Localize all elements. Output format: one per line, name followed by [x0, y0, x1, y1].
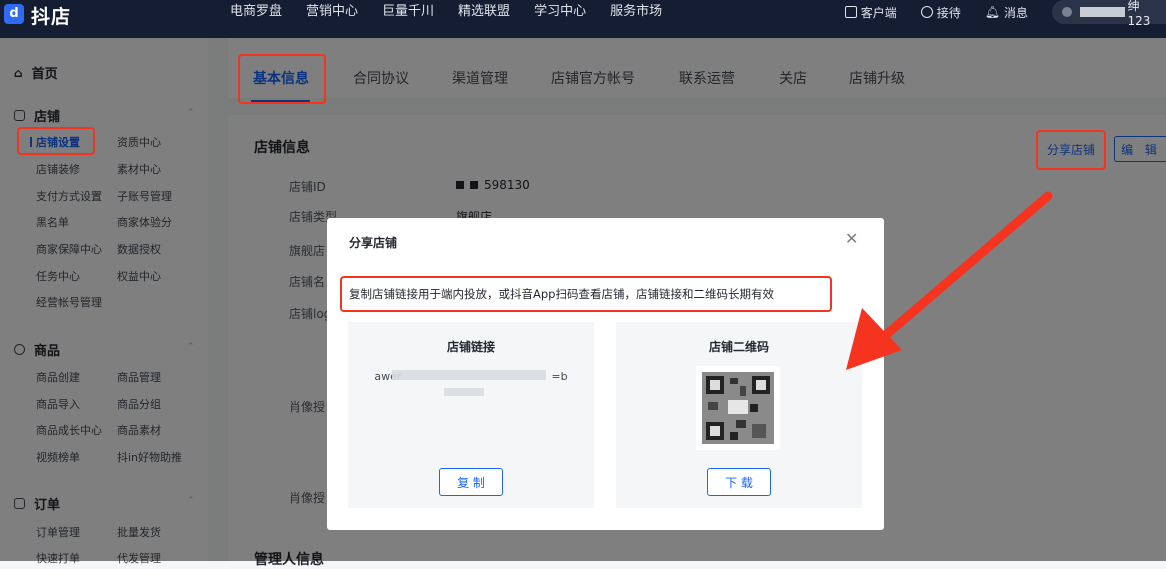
bell-icon: 🔔︎ [984, 5, 1000, 19]
red-arrow-annotation [846, 191, 1053, 370]
highlight-box-store-settings [17, 127, 95, 155]
topnav-item-compass[interactable]: 电商罗盘 [230, 0, 282, 24]
store-link-redacted [392, 370, 546, 380]
client-label: 客户端 [860, 5, 897, 20]
top-nav: 电商罗盘 营销中心 巨量千川 精选联盟 学习中心 服务市场 [230, 0, 686, 24]
messages-link[interactable]: 🔔︎ 消息 [985, 4, 1028, 21]
store-qr-panel: 店铺二维码 下 载 [616, 322, 862, 508]
reception-link[interactable]: 接待 [920, 4, 961, 21]
highlight-box-modal-description [340, 276, 832, 312]
modal-title: 分享店铺 [349, 236, 398, 250]
top-right-tools: 客户端 接待 🔔︎ 消息 绅123 [844, 0, 1166, 28]
topnav-item-learning[interactable]: 学习中心 [534, 0, 586, 24]
store-link-panel: 店铺链接 awer =b 复 制 [348, 322, 594, 508]
reception-label: 接待 [936, 5, 961, 20]
topnav-item-marketing[interactable]: 营销中心 [306, 0, 358, 24]
user-name: 绅123 [1127, 0, 1151, 28]
share-store-modal: 分享店铺 ✕ 复制店铺链接用于端内投放，或抖音App扫码查看店铺，店铺链接和二维… [327, 218, 884, 530]
headset-icon [920, 6, 933, 18]
avatar [1062, 7, 1072, 17]
download-qr-button[interactable]: 下 载 [707, 468, 771, 496]
messages-label: 消息 [1003, 5, 1028, 20]
qr-code-image [696, 366, 780, 450]
brand-name[interactable]: 抖店 [31, 2, 71, 29]
user-menu[interactable]: 绅123 [1052, 0, 1166, 28]
user-name-redacted [1079, 7, 1126, 17]
client-download-link[interactable]: 客户端 [844, 4, 897, 21]
top-navbar: d 抖店 电商罗盘 营销中心 巨量千川 精选联盟 学习中心 服务市场 客户端 接… [0, 0, 1166, 38]
highlight-box-basic-info-tab [238, 54, 326, 104]
monitor-download-icon [844, 6, 857, 18]
topnav-item-qianchuan[interactable]: 巨量千川 [382, 0, 434, 24]
copy-link-button[interactable]: 复 制 [439, 468, 503, 496]
store-link-suffix: =b [551, 370, 568, 383]
store-link-redacted [444, 388, 484, 396]
store-link-title: 店铺链接 [446, 340, 495, 354]
store-qr-title: 店铺二维码 [708, 340, 769, 354]
topnav-item-alliance[interactable]: 精选联盟 [458, 0, 510, 24]
qr-code-icon [696, 366, 780, 450]
doudian-logo-icon[interactable]: d [4, 4, 24, 24]
highlight-box-share-button [1036, 130, 1106, 170]
topnav-item-service-market[interactable]: 服务市场 [610, 0, 662, 24]
